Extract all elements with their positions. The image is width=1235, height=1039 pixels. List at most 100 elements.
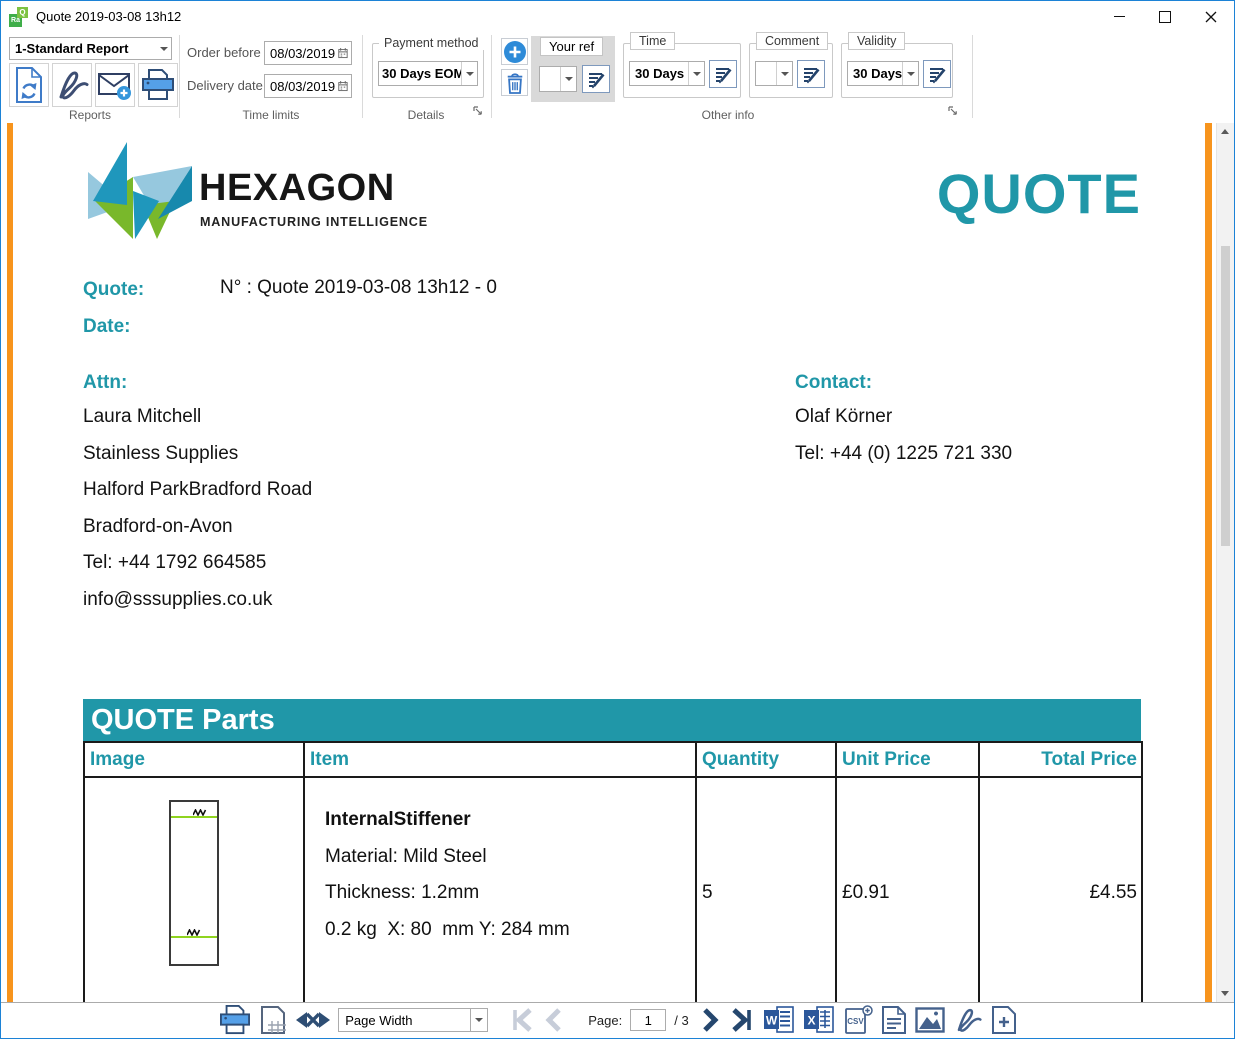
brand-tagline: MANUFACTURING INTELLIGENCE	[200, 215, 428, 229]
bend-line	[171, 936, 217, 938]
time-select[interactable]: 30 Days	[629, 61, 705, 86]
csv-icon: CSV	[843, 1005, 873, 1035]
chevron-down-icon	[160, 47, 168, 51]
group-separator	[972, 35, 973, 118]
maximize-button[interactable]	[1142, 1, 1188, 32]
zoom-mode-select[interactable]: Page Width	[338, 1008, 488, 1032]
time-label: Time	[630, 32, 675, 50]
export-csv-button[interactable]: CSV	[843, 1005, 873, 1035]
scrollbar-thumb[interactable]	[1221, 246, 1230, 546]
close-icon	[1205, 11, 1217, 23]
payment-method-label: Payment method	[379, 36, 484, 50]
contact-block: Olaf Körner Tel: +44 (0) 1225 721 330	[795, 399, 1012, 472]
previous-page-button[interactable]	[543, 1007, 567, 1033]
scroll-up-icon[interactable]	[1221, 129, 1229, 134]
delivery-date-field[interactable]: 08/03/2019	[264, 74, 352, 98]
dialog-launcher-icon	[948, 106, 958, 116]
calendar-icon[interactable]	[338, 79, 348, 93]
your-ref-edit-button[interactable]	[582, 65, 610, 93]
export-text-button[interactable]	[881, 1005, 907, 1035]
attn-line: Stainless Supplies	[83, 436, 312, 473]
order-before-field[interactable]: 08/03/2019	[264, 41, 352, 65]
zoom-mode-value: Page Width	[339, 1013, 470, 1028]
parts-banner: QUOTE Parts	[83, 699, 1141, 741]
window-controls	[1096, 1, 1234, 32]
printer-icon	[140, 69, 176, 101]
page-setup-button[interactable]	[260, 1005, 288, 1035]
payment-method-select[interactable]: 30 Days EOM	[378, 61, 478, 86]
chevron-down-icon	[565, 77, 573, 81]
fit-page-button[interactable]	[296, 1009, 330, 1031]
chevron-down-icon	[693, 72, 701, 76]
print-button[interactable]	[218, 1005, 252, 1035]
add-page-icon	[991, 1005, 1017, 1035]
your-ref-select[interactable]	[539, 66, 577, 92]
excel-icon: X	[803, 1005, 835, 1035]
group-separator	[179, 35, 180, 118]
export-word-button[interactable]: W	[763, 1005, 795, 1035]
time-edit-button[interactable]	[709, 60, 737, 88]
edit-note-icon	[587, 70, 606, 89]
time-limits-group-label: Time limits	[180, 108, 362, 122]
order-before-value: 08/03/2019	[270, 46, 335, 61]
quote-number: N° : Quote 2019-03-08 13h12 - 0	[220, 270, 497, 307]
mail-add-icon	[97, 69, 133, 101]
validity-select[interactable]: 30 Days	[847, 61, 919, 86]
export-pdf-report-button[interactable]	[52, 63, 92, 107]
add-page-button[interactable]	[991, 1005, 1017, 1035]
delete-info-button[interactable]	[501, 69, 528, 96]
email-quote-button[interactable]	[95, 63, 135, 107]
comment-select[interactable]	[755, 61, 793, 86]
trash-icon	[505, 71, 525, 95]
details-dialog-launcher[interactable]	[472, 105, 484, 117]
minimize-button[interactable]	[1096, 1, 1142, 32]
attn-line: Bradford-on-Avon	[83, 509, 312, 546]
comment-edit-button[interactable]	[797, 60, 825, 88]
printer-icon	[218, 1005, 252, 1035]
svg-text:X: X	[807, 1014, 815, 1028]
last-page-button[interactable]	[729, 1007, 755, 1033]
vertical-scrollbar[interactable]	[1216, 123, 1234, 1002]
total-price-cell: £4.55	[979, 777, 1142, 1002]
page-total: / 3	[674, 1013, 688, 1028]
title-bar: Ra Q Quote 2019-03-08 13h12	[1, 1, 1234, 32]
app-icon: Ra Q	[9, 7, 29, 27]
page-number-input[interactable]	[630, 1009, 666, 1031]
refresh-report-button[interactable]	[9, 63, 49, 107]
other-info-dialog-launcher[interactable]	[947, 105, 959, 117]
item-material: Material: Mild Steel	[325, 839, 695, 876]
print-quote-button[interactable]	[138, 63, 178, 107]
close-button[interactable]	[1188, 1, 1234, 32]
chevron-down-icon	[781, 72, 789, 76]
col-item: Item	[304, 742, 696, 777]
plus-circle-icon	[503, 40, 527, 64]
viewer-toolbar: Page Width Page: / 3	[1, 1002, 1234, 1037]
group-separator	[362, 35, 363, 118]
pdf-icon	[55, 68, 89, 102]
export-excel-button[interactable]: X	[803, 1005, 835, 1035]
other-info-group-label: Other info	[493, 108, 963, 122]
attn-line: Halford ParkBradford Road	[83, 472, 312, 509]
date-label: Date:	[83, 316, 131, 338]
details-group-label: Details	[363, 108, 489, 122]
scroll-down-icon[interactable]	[1221, 991, 1229, 996]
first-page-button[interactable]	[509, 1007, 535, 1033]
report-type-select[interactable]: 1-Standard Report	[9, 37, 172, 60]
attn-label: Attn:	[83, 372, 127, 394]
fit-width-icon	[296, 1009, 330, 1031]
calendar-icon[interactable]	[338, 46, 348, 60]
col-total-price: Total Price	[979, 742, 1142, 777]
export-image-button[interactable]	[915, 1007, 945, 1033]
reports-group-label: Reports	[1, 108, 179, 122]
part-item-cell: InternalStiffener Material: Mild Steel T…	[304, 777, 696, 1002]
validity-edit-button[interactable]	[923, 60, 951, 88]
add-info-button[interactable]	[501, 38, 528, 65]
next-page-button[interactable]	[697, 1007, 721, 1033]
item-dimensions: 0.2 kg X: 80 mm Y: 284 mm	[325, 912, 695, 949]
previous-page-icon	[543, 1007, 567, 1033]
delivery-date-value: 08/03/2019	[270, 79, 335, 94]
item-name: InternalStiffener	[325, 802, 695, 839]
contact-label: Contact:	[795, 372, 872, 394]
contact-line: Olaf Körner	[795, 399, 1012, 436]
export-pdf-button[interactable]	[953, 1006, 983, 1034]
